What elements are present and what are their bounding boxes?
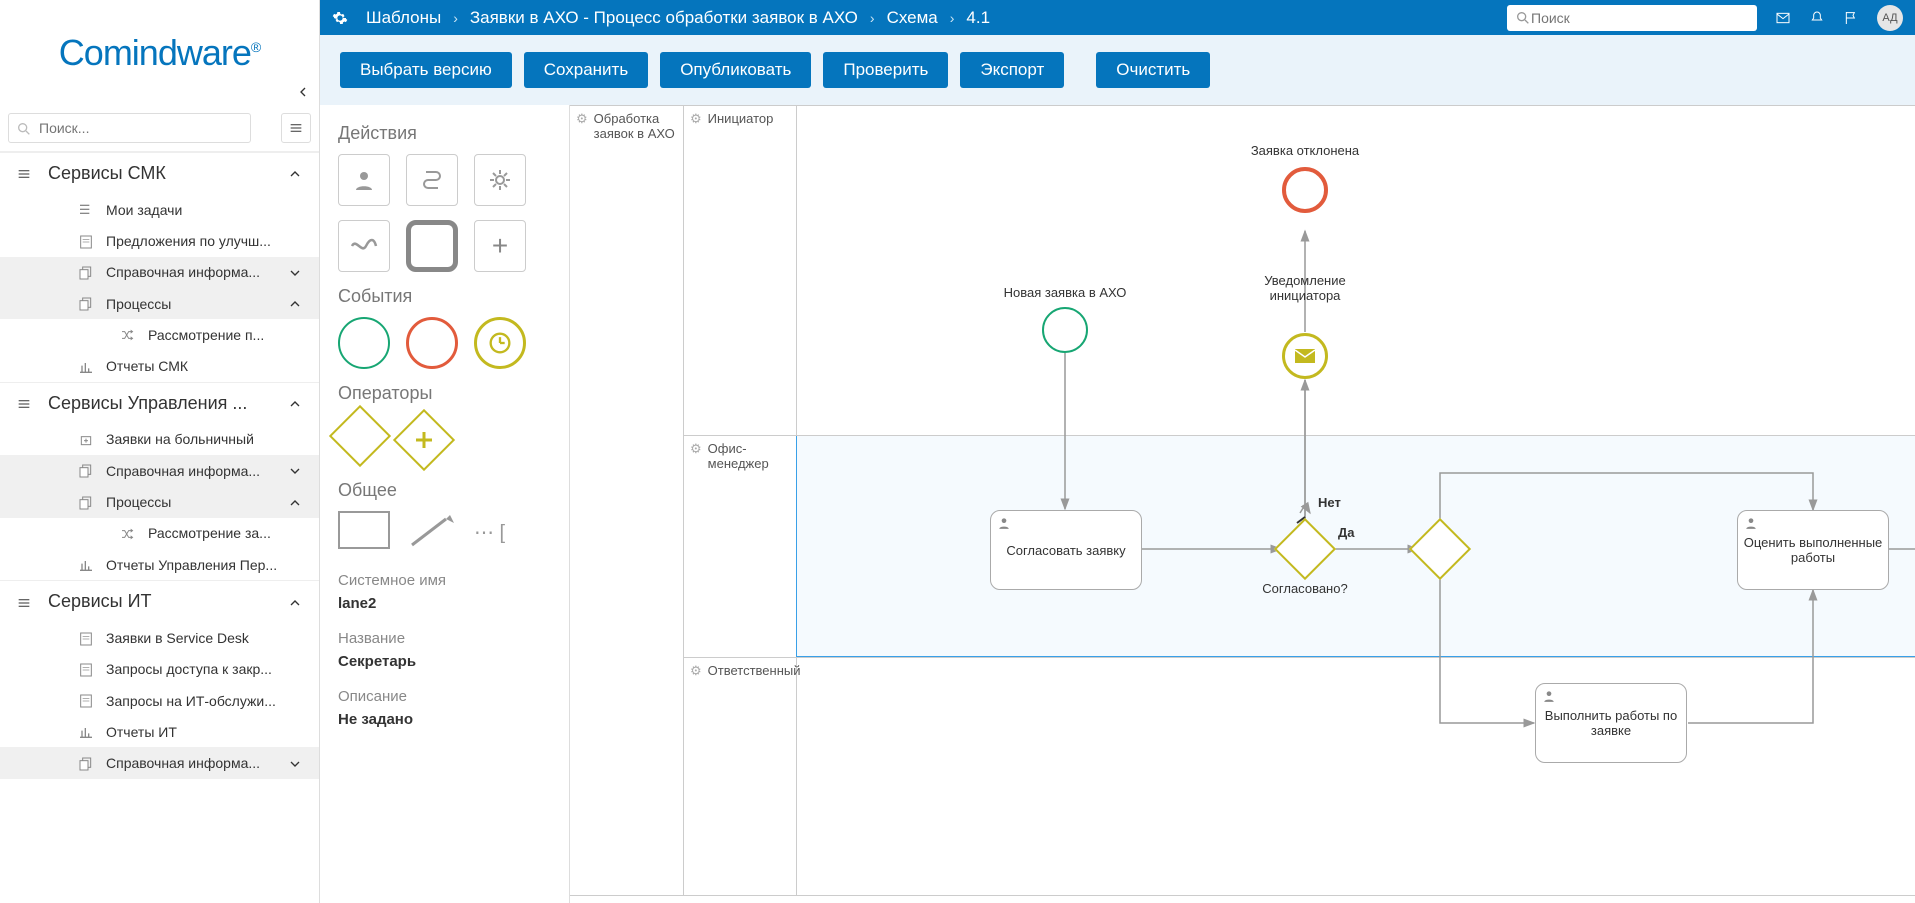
logo-area: Comindware® — [0, 0, 320, 105]
sysname-value: lane2 — [338, 595, 551, 612]
user-icon — [997, 516, 1011, 533]
user-avatar[interactable]: АД — [1877, 5, 1903, 31]
task-execute[interactable]: Выполнить работы по заявке — [1535, 683, 1687, 763]
subprocess-tool[interactable] — [338, 220, 390, 272]
end-event-tool[interactable] — [406, 317, 458, 369]
sidebar-item[interactable]: Заявки на больничный — [0, 424, 319, 455]
bpmn-canvas[interactable]: ⚙Обработка заявок в АХО ⚙Инициатор ⚙Офис… — [570, 105, 1915, 903]
sidebar-item[interactable]: Отчеты Управления Пер... — [0, 549, 319, 580]
mail-icon — [1294, 348, 1316, 364]
palette-group-title: События — [338, 286, 551, 307]
menu-icon[interactable] — [281, 113, 311, 143]
sidebar: Сервисы СМКМои задачиПредложения по улуч… — [0, 105, 320, 903]
settings-gear-icon[interactable] — [332, 9, 348, 26]
search-icon — [16, 120, 32, 137]
palette-group-title: Общее — [338, 480, 551, 501]
sidebar-item[interactable]: Справочная информа... — [0, 455, 319, 486]
export-button[interactable]: Экспорт — [960, 52, 1064, 88]
start-event-tool[interactable] — [338, 317, 390, 369]
action-toolbar: Выбрать версию Сохранить Опубликовать Пр… — [320, 35, 1915, 105]
save-button[interactable]: Сохранить — [524, 52, 648, 88]
end-event-rejected[interactable] — [1282, 167, 1328, 213]
sidebar-item[interactable]: Запросы на ИТ-обслужи... — [0, 685, 319, 716]
chevron-right-icon: › — [950, 10, 955, 26]
breadcrumb: Шаблоны › Заявки в АХО - Процесс обработ… — [366, 8, 990, 28]
chevron-right-icon: › — [870, 10, 875, 26]
flag-icon[interactable] — [1843, 9, 1859, 26]
sidebar-search-input[interactable] — [8, 113, 251, 143]
sidebar-section-header[interactable]: Сервисы СМК — [0, 152, 319, 194]
user-icon — [1744, 516, 1758, 533]
sidebar-item[interactable]: Рассмотрение за... — [0, 518, 319, 549]
edge-label-no: Нет — [1318, 495, 1341, 510]
sidebar-search — [0, 105, 319, 152]
bpmn-edges — [570, 105, 1915, 903]
script-task-tool[interactable] — [406, 154, 458, 206]
sidebar-item[interactable]: Справочная информа... — [0, 257, 319, 288]
pool-tool[interactable] — [338, 511, 390, 549]
lane-tool[interactable]: ⋯ [ — [474, 511, 505, 554]
desc-value: Не задано — [338, 711, 551, 728]
bell-icon[interactable] — [1809, 9, 1825, 26]
global-search[interactable] — [1507, 5, 1757, 31]
start-event-label: Новая заявка в АХО — [990, 285, 1140, 300]
select-version-button[interactable]: Выбрать версию — [340, 52, 512, 88]
timer-event-tool[interactable] — [474, 317, 526, 369]
global-search-input[interactable] — [1531, 10, 1749, 26]
parallel-gateway-tool[interactable] — [398, 414, 450, 466]
sidebar-item[interactable]: Мои задачи — [0, 194, 319, 225]
add-tool[interactable]: + — [474, 220, 526, 272]
task-tool-selected[interactable] — [406, 220, 458, 272]
sidebar-item[interactable]: Рассмотрение п... — [0, 319, 319, 350]
publish-button[interactable]: Опубликовать — [660, 52, 811, 88]
message-event-1[interactable] — [1282, 333, 1328, 379]
breadcrumb-item[interactable]: Схема — [887, 8, 938, 28]
sidebar-section-header[interactable]: Сервисы Управления ... — [0, 382, 319, 424]
sidebar-item[interactable]: Справочная информа... — [0, 747, 319, 778]
task-approve[interactable]: Согласовать заявку — [990, 510, 1142, 590]
breadcrumb-item[interactable]: Шаблоны — [366, 8, 441, 28]
exclusive-gateway-tool[interactable] — [329, 405, 391, 467]
gateway-approved-label: Согласовано? — [1250, 581, 1360, 596]
breadcrumb-item[interactable]: 4.1 — [966, 8, 990, 28]
sidebar-item[interactable]: Заявки в Service Desk — [0, 622, 319, 653]
name-label: Название — [338, 630, 551, 647]
validate-button[interactable]: Проверить — [823, 52, 948, 88]
palette-group-title: Действия — [338, 123, 551, 144]
start-event[interactable] — [1042, 307, 1088, 353]
task-evaluate[interactable]: Оценить выполненные работы — [1737, 510, 1889, 590]
sidebar-item[interactable]: Запросы доступа к закр... — [0, 654, 319, 685]
user-task-tool[interactable] — [338, 154, 390, 206]
edge-label-yes: Да — [1338, 525, 1355, 540]
user-icon — [1542, 689, 1556, 706]
sidebar-item[interactable]: Предложения по улучш... — [0, 225, 319, 256]
breadcrumb-item[interactable]: Заявки в АХО - Процесс обработки заявок … — [470, 8, 858, 28]
logo-text: Comindware® — [59, 32, 260, 74]
sequence-flow-tool[interactable] — [406, 511, 458, 554]
sidebar-item[interactable]: Отчеты СМК — [0, 350, 319, 381]
mail-icon[interactable] — [1775, 9, 1791, 26]
sidebar-collapse-chevron[interactable] — [295, 83, 311, 100]
end-rejected-label: Заявка отклонена — [1230, 143, 1380, 158]
desc-label: Описание — [338, 688, 551, 705]
sidebar-section-header[interactable]: Сервисы ИТ — [0, 580, 319, 622]
sidebar-item[interactable]: Отчеты ИТ — [0, 716, 319, 747]
search-icon — [1515, 10, 1531, 26]
palette: Действия + События Операторы Общее ⋯ [ С… — [320, 105, 570, 903]
sysname-label: Системное имя — [338, 572, 551, 589]
sidebar-item[interactable]: Процессы — [0, 486, 319, 517]
chevron-right-icon: › — [453, 10, 458, 26]
clear-button[interactable]: Очистить — [1096, 52, 1210, 88]
notify1-label: Уведомление инициатора — [1230, 273, 1380, 303]
sidebar-item[interactable]: Процессы — [0, 288, 319, 319]
top-header: Шаблоны › Заявки в АХО - Процесс обработ… — [320, 0, 1915, 35]
palette-group-title: Операторы — [338, 383, 551, 404]
service-task-tool[interactable] — [474, 154, 526, 206]
name-value: Секретарь — [338, 653, 551, 670]
